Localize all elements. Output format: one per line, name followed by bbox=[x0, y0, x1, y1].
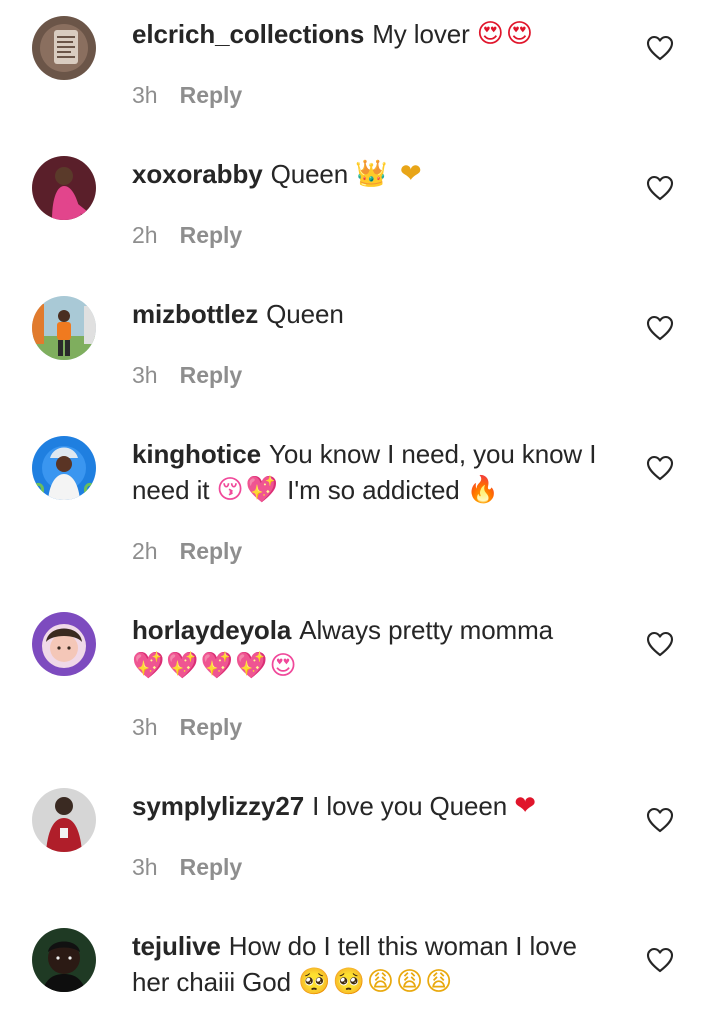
comment-time: 2h bbox=[132, 538, 158, 564]
comment-meta: 2h Reply bbox=[132, 220, 242, 250]
heart-outline-icon[interactable] bbox=[646, 807, 674, 833]
comment-meta: 3h Reply bbox=[132, 360, 242, 390]
comment-text: tejulive How do I tell this woman I love … bbox=[132, 928, 612, 1000]
comment-text: xoxorabby Queen 👑 ❤ bbox=[132, 156, 612, 192]
heart-outline-icon[interactable] bbox=[646, 947, 674, 973]
avatar[interactable] bbox=[32, 436, 96, 500]
comment-meta: 2h Reply bbox=[132, 536, 242, 566]
comment-time: 2h bbox=[132, 222, 158, 248]
avatar[interactable] bbox=[32, 16, 96, 80]
heart-outline-icon[interactable] bbox=[646, 35, 674, 61]
avatar[interactable] bbox=[32, 788, 96, 852]
comment-username[interactable]: symplylizzy27 bbox=[132, 791, 304, 821]
comment-username[interactable]: xoxorabby bbox=[132, 159, 263, 189]
comment-username[interactable]: horlaydeyola bbox=[132, 615, 291, 645]
comment-username[interactable]: elcrich_collections bbox=[132, 19, 364, 49]
comment-text: mizbottlez Queen bbox=[132, 296, 612, 332]
reply-button[interactable]: Reply bbox=[180, 362, 243, 388]
comment-message-continued: I'm so addicted bbox=[287, 475, 460, 505]
comment-time: 3h bbox=[132, 854, 158, 880]
comment-emoji: 😍😍 bbox=[476, 19, 535, 49]
heart-outline-icon[interactable] bbox=[646, 455, 674, 481]
comment-username[interactable]: mizbottlez bbox=[132, 299, 258, 329]
comment-meta: 3h Reply bbox=[132, 852, 242, 882]
comment-message: Always pretty momma bbox=[299, 615, 554, 645]
comment-message: My lover bbox=[372, 19, 470, 49]
comment-meta: 3h Reply bbox=[132, 712, 242, 742]
comment-text: elcrich_collections My lover 😍😍 bbox=[132, 16, 612, 52]
reply-button[interactable]: Reply bbox=[180, 82, 243, 108]
comment-time: 3h bbox=[132, 714, 158, 740]
comment-text: kinghotice You know I need, you know I ne… bbox=[132, 436, 612, 508]
avatar[interactable] bbox=[32, 928, 96, 992]
comment-emoji: 👑 ❤ bbox=[355, 159, 424, 189]
comment-emoji: ❤ bbox=[514, 791, 539, 821]
comment-emoji: 😚💖 bbox=[216, 475, 280, 505]
comment-text: symplylizzy27 I love you Queen ❤ bbox=[132, 788, 612, 824]
avatar[interactable] bbox=[32, 296, 96, 360]
reply-button[interactable]: Reply bbox=[180, 222, 243, 248]
comment-emoji: 💖💖💖💖😍 bbox=[132, 651, 299, 681]
avatar[interactable] bbox=[32, 612, 96, 676]
comment-message: Queen bbox=[270, 159, 349, 189]
comment-text: horlaydeyola Always pretty momma 💖💖💖💖😍 bbox=[132, 612, 612, 684]
reply-button[interactable]: Reply bbox=[180, 538, 243, 564]
comment-time: 3h bbox=[132, 82, 158, 108]
comment-message: I love you Queen bbox=[312, 791, 508, 821]
comments-list: elcrich_collections My lover 😍😍 3h Reply x… bbox=[0, 0, 720, 1026]
heart-outline-icon[interactable] bbox=[646, 631, 674, 657]
comment-emoji: 🔥 bbox=[466, 475, 502, 505]
avatar[interactable] bbox=[32, 156, 96, 220]
comment-message: Queen bbox=[266, 299, 344, 329]
reply-button[interactable]: Reply bbox=[180, 714, 243, 740]
heart-outline-icon[interactable] bbox=[646, 175, 674, 201]
heart-outline-icon[interactable] bbox=[646, 315, 674, 341]
reply-button[interactable]: Reply bbox=[180, 854, 243, 880]
comment-username[interactable]: kinghotice bbox=[132, 439, 261, 469]
comment-time: 3h bbox=[132, 362, 158, 388]
comment-meta: 3h Reply bbox=[132, 80, 242, 110]
comment-emoji: 🥺🥺😩😩😩 bbox=[298, 967, 455, 997]
comment-username[interactable]: tejulive bbox=[132, 931, 221, 961]
